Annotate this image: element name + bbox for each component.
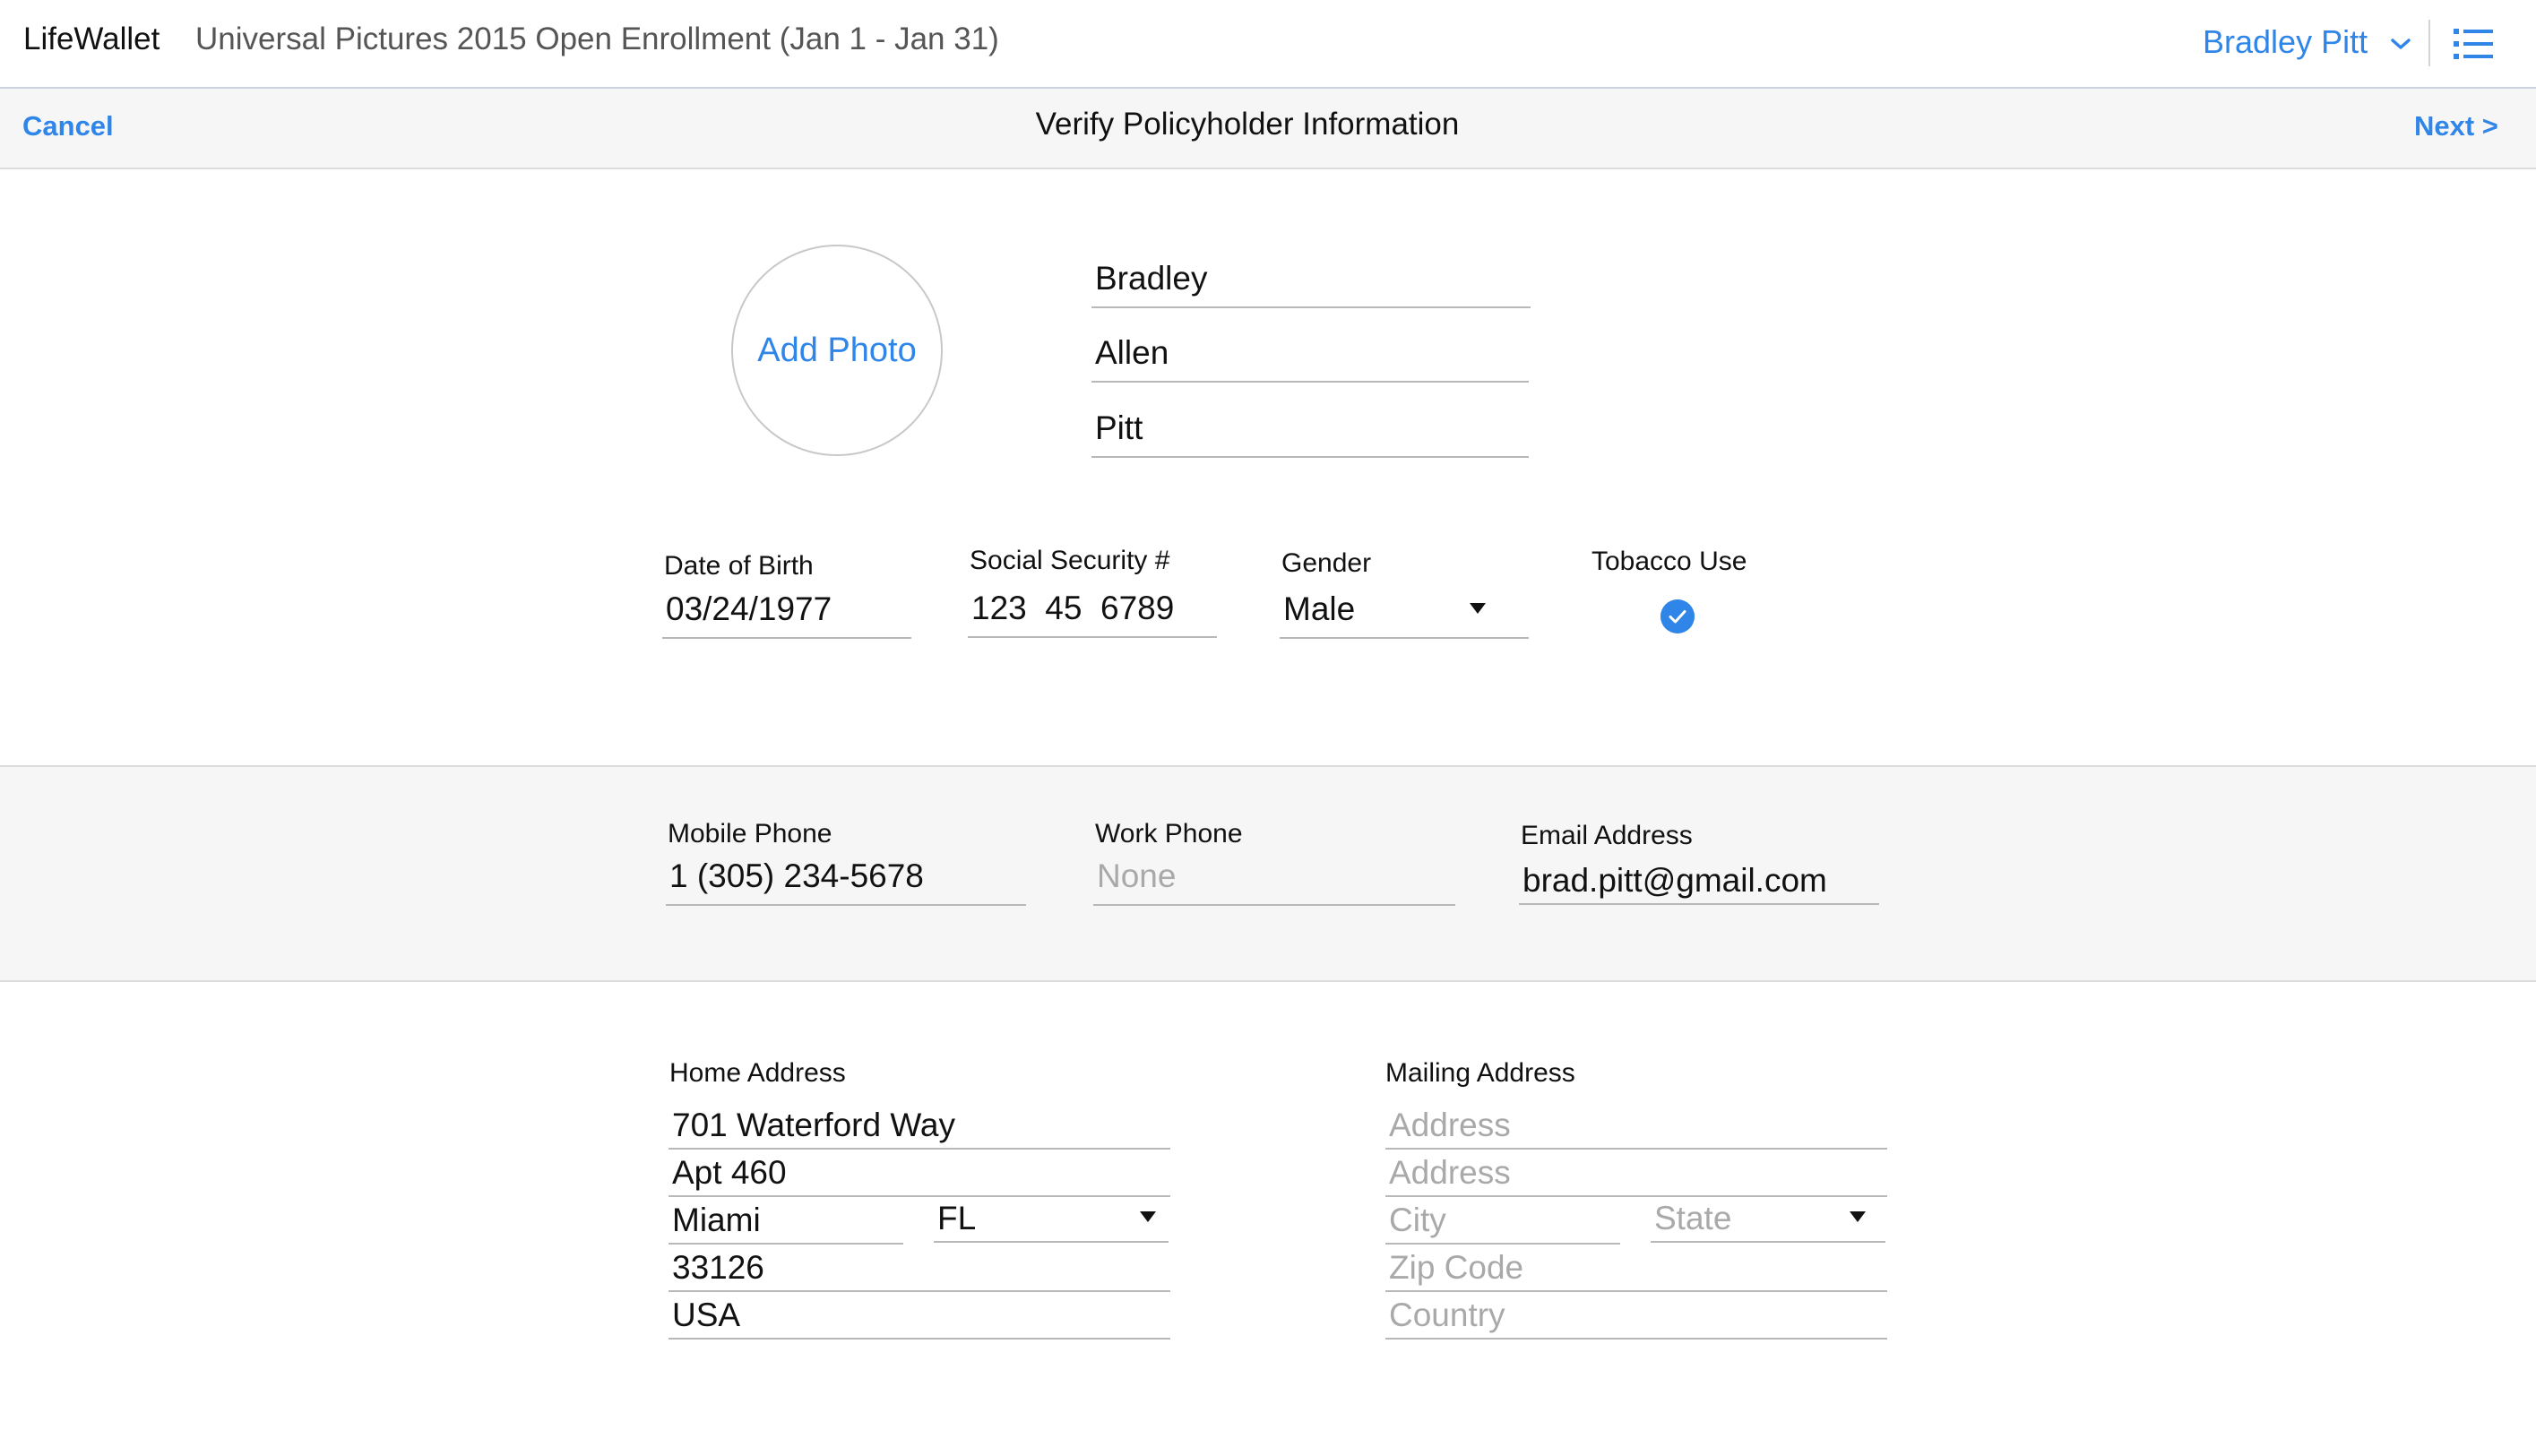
middle-name-field[interactable]: Allen (1091, 334, 1529, 383)
mailing-state-select[interactable]: State (1651, 1194, 1885, 1243)
mobile-phone-field[interactable]: 1 (305) 234-5678 (666, 857, 1026, 906)
mailing-zip-field[interactable]: Zip Code (1385, 1244, 1887, 1292)
mailing-address-line2-field[interactable]: Address (1385, 1149, 1887, 1197)
mailing-city-field[interactable]: City (1385, 1196, 1620, 1245)
first-name-field[interactable]: Bradley (1091, 260, 1531, 308)
contact-section: Mobile Phone 1 (305) 234-5678 Work Phone… (0, 765, 2536, 982)
user-menu-button[interactable]: Bradley Pitt (2203, 23, 2368, 61)
dob-label: Date of Birth (664, 551, 814, 581)
mailing-address-label: Mailing Address (1385, 1058, 1575, 1088)
ssn-label: Social Security # (970, 546, 1170, 575)
mailing-country-placeholder: Country (1389, 1297, 1505, 1333)
caret-down-icon (1140, 1211, 1156, 1222)
last-name-field[interactable]: Pitt (1091, 409, 1529, 458)
caret-down-icon (1850, 1211, 1866, 1222)
tobacco-label: Tobacco Use (1591, 547, 1747, 576)
caret-down-icon (1470, 603, 1486, 614)
list-icon[interactable] (2454, 27, 2493, 61)
sub-header: Cancel Verify Policyholder Information N… (0, 89, 2536, 169)
mailing-zip-placeholder: Zip Code (1389, 1249, 1524, 1286)
chevron-down-icon[interactable] (2387, 30, 2414, 57)
gender-select[interactable]: Male (1280, 590, 1529, 639)
home-country-field[interactable]: USA (669, 1291, 1170, 1340)
home-zip-field[interactable]: 33126 (669, 1244, 1170, 1292)
mailing-address-line2-placeholder: Address (1389, 1154, 1511, 1191)
next-button[interactable]: Next > (2414, 110, 2498, 142)
mobile-phone-value: 1 (305) 234-5678 (669, 857, 924, 894)
home-state-value: FL (937, 1200, 977, 1236)
home-address-line2-value: Apt 460 (672, 1154, 787, 1191)
last-name-value: Pitt (1095, 409, 1143, 446)
home-country-value: USA (672, 1297, 741, 1333)
mailing-country-field[interactable]: Country (1385, 1291, 1887, 1340)
mailing-address-line1-field[interactable]: Address (1385, 1101, 1887, 1150)
tobacco-checkbox[interactable] (1660, 599, 1695, 633)
gender-value: Male (1283, 590, 1356, 627)
mailing-state-placeholder: State (1654, 1200, 1732, 1236)
home-address-label: Home Address (669, 1058, 846, 1088)
enrollment-title: Universal Pictures 2015 Open Enrollment … (195, 22, 999, 56)
first-name-value: Bradley (1095, 260, 1208, 297)
ssn-field[interactable]: 123 45 6789 (968, 590, 1217, 638)
home-zip-value: 33126 (672, 1249, 764, 1286)
work-phone-field[interactable]: None (1093, 857, 1455, 906)
add-photo-label[interactable]: Add Photo (731, 332, 943, 370)
dob-field[interactable]: 03/24/1977 (662, 590, 911, 639)
mailing-address-line1-placeholder: Address (1389, 1107, 1511, 1143)
gender-label: Gender (1281, 548, 1372, 578)
dob-value: 03/24/1977 (666, 590, 832, 627)
work-phone-placeholder: None (1097, 857, 1177, 894)
email-field[interactable]: brad.pitt@gmail.com (1519, 857, 1879, 905)
email-value: brad.pitt@gmail.com (1522, 862, 1827, 899)
home-city-field[interactable]: Miami (669, 1196, 903, 1245)
home-address-line2-field[interactable]: Apt 460 (669, 1149, 1170, 1197)
brand-logo: LifeWallet (23, 22, 160, 56)
middle-name-value: Allen (1095, 334, 1169, 371)
page-title: Verify Policyholder Information (1035, 107, 1460, 142)
email-label: Email Address (1521, 821, 1693, 850)
mobile-phone-label: Mobile Phone (668, 819, 832, 849)
header-divider (2428, 20, 2430, 66)
home-address-line1-value: 701 Waterford Way (672, 1107, 955, 1143)
home-state-select[interactable]: FL (934, 1194, 1169, 1243)
mailing-city-placeholder: City (1389, 1202, 1446, 1238)
ssn-value: 123 45 6789 (971, 590, 1175, 626)
work-phone-label: Work Phone (1095, 819, 1243, 849)
home-city-value: Miami (672, 1202, 761, 1238)
home-address-line1-field[interactable]: 701 Waterford Way (669, 1101, 1170, 1150)
top-bar: LifeWallet Universal Pictures 2015 Open … (0, 0, 2536, 89)
